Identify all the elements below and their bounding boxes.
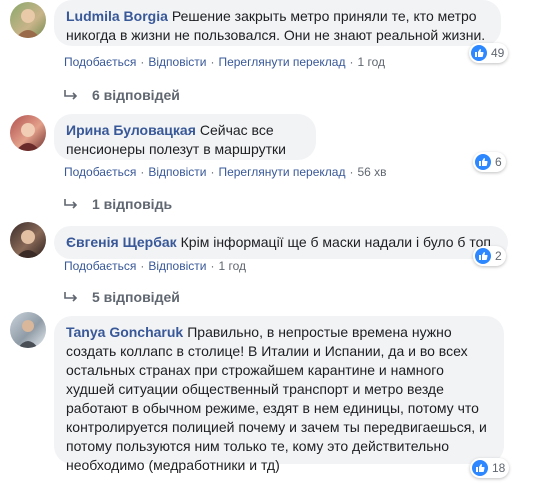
- like-button[interactable]: Подобається: [64, 165, 136, 179]
- avatar[interactable]: [10, 312, 46, 348]
- timestamp[interactable]: 1 год: [357, 55, 385, 69]
- reply-arrow-icon: [64, 89, 78, 101]
- replies-count-label: 6 відповідей: [92, 87, 180, 103]
- translate-button[interactable]: Переглянути переклад: [218, 165, 345, 179]
- view-replies-button[interactable]: 6 відповідей: [64, 87, 180, 103]
- reaction-number: 49: [491, 46, 505, 60]
- timestamp[interactable]: 1 год: [218, 259, 246, 273]
- user-photo-icon: [16, 230, 40, 258]
- comment-actions: Подобається · Відповісти · Переглянути перек…: [64, 165, 387, 179]
- reaction-number: 6: [495, 155, 502, 169]
- comment-bubble: Ludmila Borgia Решение закрыть метро прин…: [54, 0, 501, 46]
- reaction-number: 2: [495, 249, 502, 263]
- like-icon: [471, 45, 487, 61]
- reaction-count[interactable]: 2: [473, 246, 506, 266]
- replies-count-label: 1 відповідь: [92, 196, 173, 212]
- reply-button[interactable]: Відповісти: [148, 259, 206, 273]
- separator: ·: [349, 55, 354, 69]
- like-button[interactable]: Подобається: [64, 259, 136, 273]
- user-photo-icon: [16, 9, 40, 38]
- comment-bubble: Євгенія Щербак Крім інформації ще б маски…: [54, 226, 508, 259]
- like-icon: [475, 154, 491, 170]
- comment-bubble: Tanya Goncharuk Правильно, в непростые вр…: [54, 316, 504, 473]
- reply-button[interactable]: Відповісти: [148, 165, 206, 179]
- reaction-number: 18: [492, 461, 506, 475]
- separator: ·: [210, 165, 215, 179]
- reply-arrow-icon: [64, 291, 78, 303]
- comment-bubble: Ирина Буловацкая Сейчас все пенсионеры по…: [54, 114, 316, 160]
- like-icon: [472, 460, 488, 476]
- separator: ·: [210, 55, 215, 69]
- view-replies-button[interactable]: 5 відповідей: [64, 289, 180, 305]
- separator: ·: [140, 165, 145, 179]
- avatar[interactable]: [10, 2, 46, 38]
- comment-text: Правильно, в непростые времена нужно соз…: [66, 324, 487, 473]
- comment-actions: Подобається · Відповісти · 1 год: [64, 259, 246, 273]
- reply-button[interactable]: Відповісти: [148, 55, 206, 69]
- comment-author[interactable]: Євгенія Щербак: [66, 234, 177, 250]
- separator: ·: [140, 55, 145, 69]
- separator: ·: [349, 165, 354, 179]
- like-icon: [475, 248, 491, 264]
- avatar[interactable]: [10, 222, 46, 258]
- view-replies-button[interactable]: 1 відповідь: [64, 196, 172, 212]
- comment-actions: Подобається · Відповісти · Переглянути перек…: [64, 55, 385, 69]
- user-photo-icon: [18, 320, 38, 348]
- reply-arrow-icon: [64, 198, 78, 210]
- separator: ·: [210, 259, 215, 273]
- comment-author[interactable]: Ирина Буловацкая: [66, 122, 196, 138]
- timestamp[interactable]: 56 хв: [357, 165, 386, 179]
- reaction-count[interactable]: 6: [473, 152, 506, 172]
- comment-author[interactable]: Tanya Goncharuk: [66, 324, 183, 340]
- like-button[interactable]: Подобається: [64, 55, 136, 69]
- translate-button[interactable]: Переглянути переклад: [218, 55, 345, 69]
- separator: ·: [140, 259, 145, 273]
- comment-text: Крім інформації ще б маски надали і було…: [180, 234, 491, 250]
- user-photo-icon: [16, 123, 40, 151]
- avatar[interactable]: [10, 115, 46, 151]
- replies-count-label: 5 відповідей: [92, 289, 180, 305]
- reaction-count[interactable]: 18: [470, 458, 510, 478]
- comment-author[interactable]: Ludmila Borgia: [66, 8, 168, 24]
- reaction-count[interactable]: 49: [469, 43, 509, 63]
